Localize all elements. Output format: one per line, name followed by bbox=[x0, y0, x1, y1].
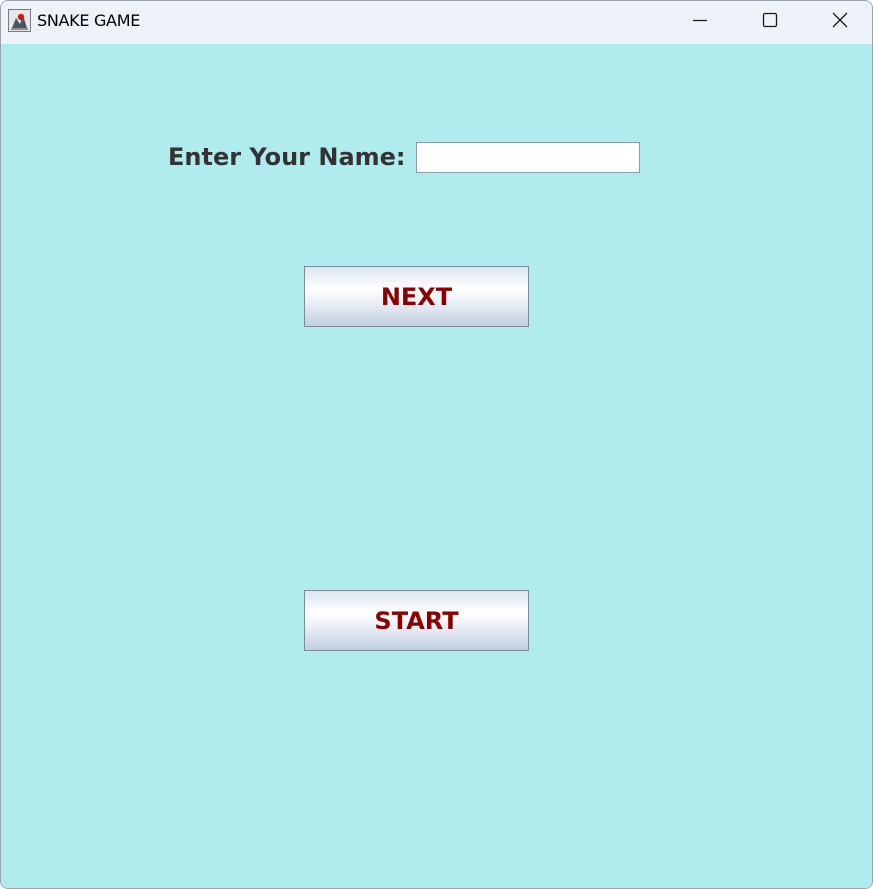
maximize-icon bbox=[761, 11, 779, 34]
close-button[interactable] bbox=[805, 1, 872, 44]
start-button[interactable]: START bbox=[304, 590, 529, 651]
minimize-icon bbox=[691, 11, 709, 34]
name-label: Enter Your Name: bbox=[168, 143, 406, 171]
title-bar[interactable]: SNAKE GAME bbox=[1, 1, 872, 44]
close-icon bbox=[831, 11, 849, 34]
java-duke-icon bbox=[8, 9, 31, 32]
next-button[interactable]: NEXT bbox=[304, 266, 529, 327]
game-start-panel: Enter Your Name: NEXT START bbox=[1, 44, 872, 888]
maximize-button[interactable] bbox=[735, 1, 805, 44]
window-title: SNAKE GAME bbox=[37, 11, 141, 30]
minimize-button[interactable] bbox=[665, 1, 735, 44]
name-input[interactable] bbox=[416, 142, 640, 173]
app-window: SNAKE GAME Enter Your Name: NEXT START bbox=[0, 0, 873, 889]
